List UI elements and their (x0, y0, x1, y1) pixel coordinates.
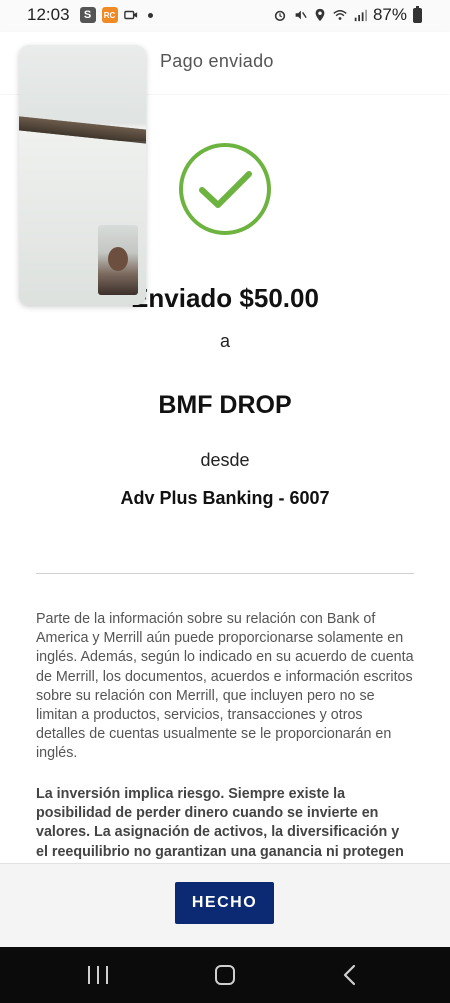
self-view-thumbnail[interactable] (98, 225, 138, 295)
divider (36, 573, 414, 574)
page-title: Pago enviado (160, 51, 274, 71)
mute-icon (295, 10, 307, 20)
source-account: Adv Plus Banking - 6007 (120, 488, 330, 508)
status-time: 12:03 (27, 5, 70, 24)
footer-bar: HECHO (0, 863, 450, 948)
video-camera-icon (123, 10, 137, 20)
battery-icon (413, 5, 422, 23)
back-icon[interactable] (340, 964, 360, 986)
status-bar: 12:03 S RC 87% (0, 0, 450, 32)
location-icon (315, 8, 325, 22)
language-disclaimer: Parte de la información sobre su relació… (36, 611, 414, 762)
self-view-face (108, 247, 128, 271)
s-app-icon: S (79, 7, 96, 23)
recipient-name: BMF DROP (158, 391, 292, 419)
notification-app-icon: RC (101, 7, 118, 23)
signal-icon (354, 9, 367, 22)
investment-risk-notice: La inversión implica riesgo. Siempre exi… (36, 786, 404, 860)
alarm-icon (274, 10, 286, 22)
more-notifications-dot-icon (147, 12, 153, 18)
video-scene-beam-top (19, 116, 146, 144)
wifi-icon (333, 10, 347, 20)
system-navigation-bar (0, 947, 450, 1003)
home-icon[interactable] (215, 965, 235, 985)
status-right: 87% (273, 5, 422, 25)
status-left: 12:03 S RC (27, 5, 153, 25)
done-button[interactable]: HECHO (175, 882, 274, 924)
checkmark-circle-icon (179, 143, 271, 235)
battery-percentage: 87% (372, 5, 407, 24)
from-label: desde (200, 450, 250, 470)
video-call-overlay[interactable] (19, 45, 146, 305)
recents-icon[interactable] (88, 966, 108, 984)
to-label: a (219, 331, 230, 351)
